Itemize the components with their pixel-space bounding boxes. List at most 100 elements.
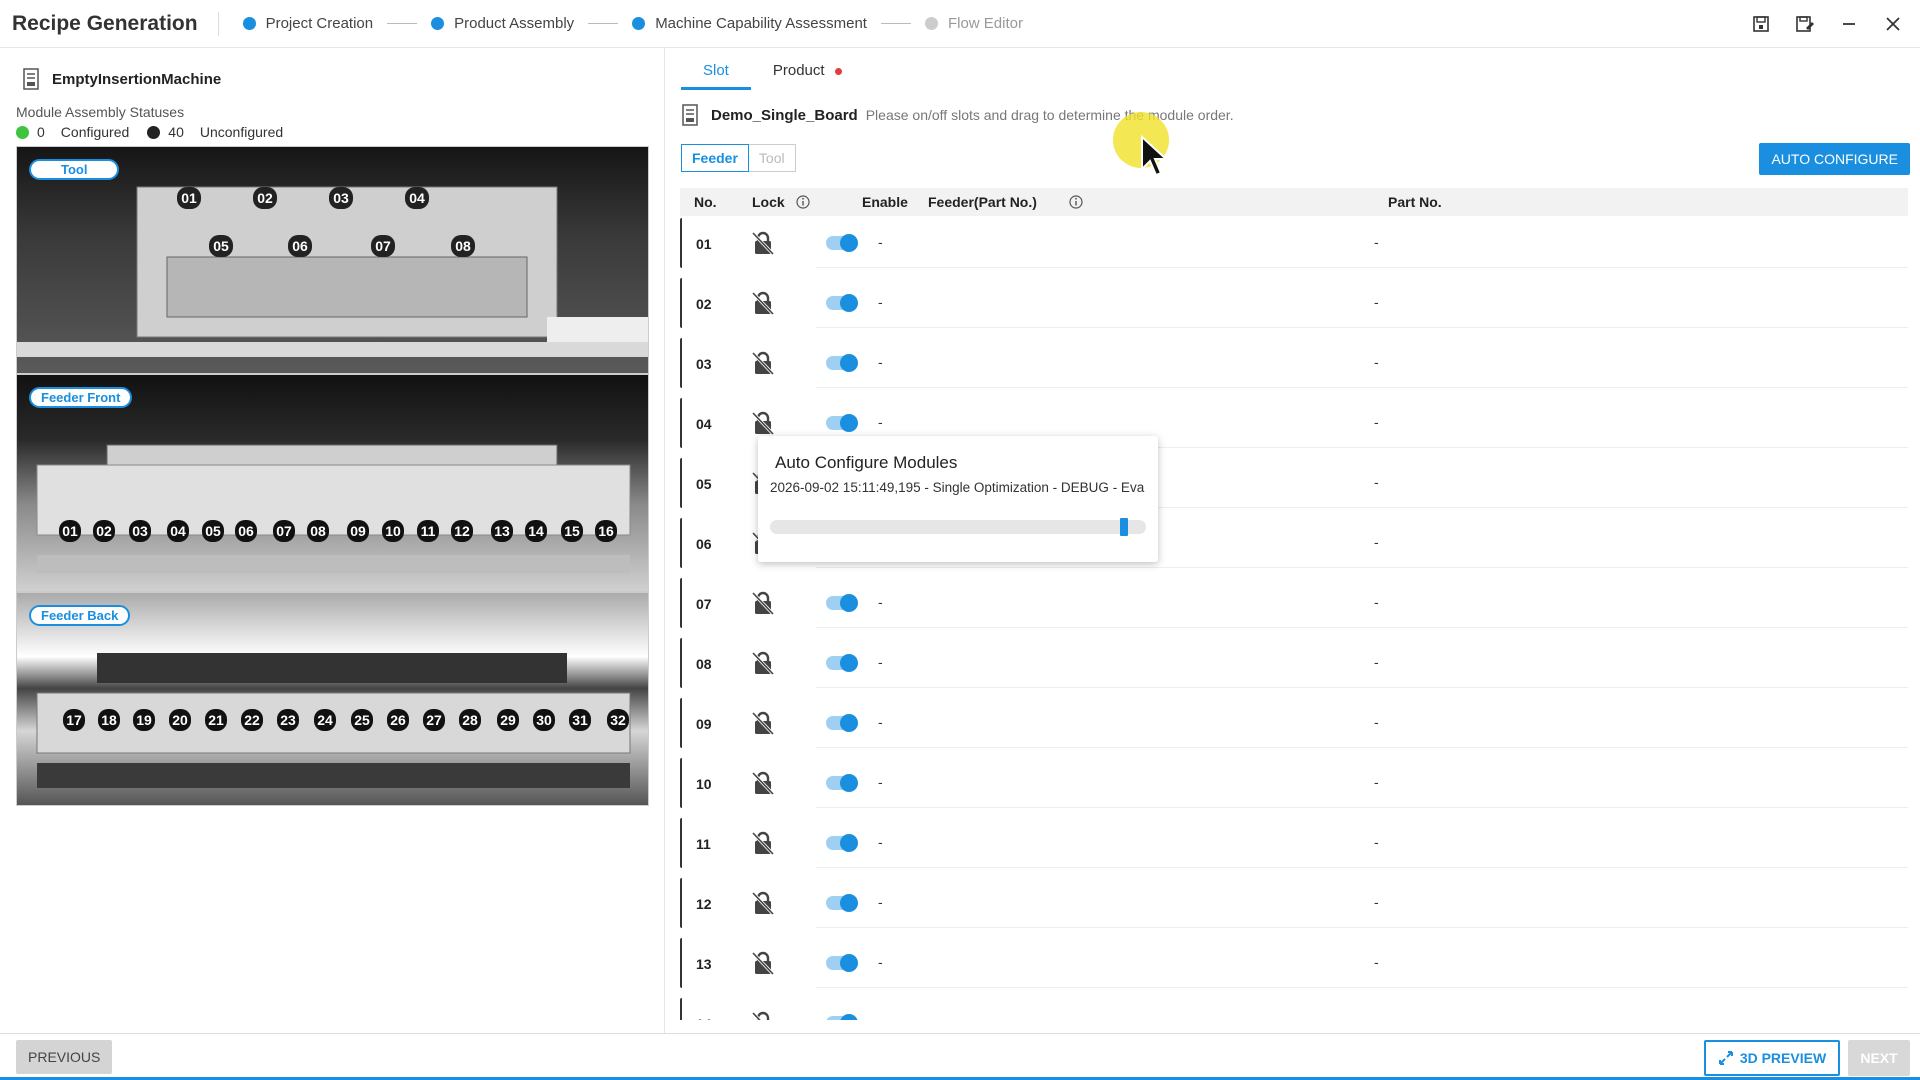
unlocked-icon[interactable] [750, 290, 776, 316]
tabs: Slot Product [681, 62, 864, 90]
feeder-slot-32[interactable]: 32 [607, 709, 629, 731]
minimize-icon[interactable] [1838, 13, 1860, 35]
table-row[interactable]: 07- - [680, 578, 1908, 628]
feeder-slot-18[interactable]: 18 [98, 709, 120, 731]
tool-slot-05[interactable]: 05 [209, 235, 233, 257]
unlocked-icon[interactable] [750, 950, 776, 976]
enable-toggle[interactable] [826, 654, 858, 672]
feeder-slot-21[interactable]: 21 [205, 709, 227, 731]
lock-info-icon[interactable] [796, 195, 810, 209]
feeder-slot-03[interactable]: 03 [129, 520, 151, 542]
table-row[interactable]: 11- - [680, 818, 1908, 868]
save-as-icon[interactable] [1794, 13, 1816, 35]
feeder-slot-15[interactable]: 15 [561, 520, 583, 542]
enable-toggle[interactable] [826, 774, 858, 792]
unlocked-icon[interactable] [750, 410, 776, 436]
step-project-creation[interactable]: Project Creation [242, 15, 373, 32]
tab-slot[interactable]: Slot [681, 62, 751, 90]
feeder-slot-16[interactable]: 16 [595, 520, 617, 542]
tool-slot-08[interactable]: 08 [451, 235, 475, 257]
feeder-front-view[interactable]: Feeder Front 01 02 03 04 05 06 07 08 09 … [16, 374, 649, 592]
feeder-info-icon[interactable] [1069, 195, 1083, 209]
feeder-slot-13[interactable]: 13 [491, 520, 513, 542]
step-product-assembly[interactable]: Product Assembly [431, 15, 574, 32]
feeder-slot-10[interactable]: 10 [382, 520, 404, 542]
enable-toggle[interactable] [826, 1014, 858, 1020]
enable-toggle[interactable] [826, 714, 858, 732]
feeder-slot-05[interactable]: 05 [202, 520, 224, 542]
close-icon[interactable] [1882, 13, 1904, 35]
tab-product[interactable]: Product [751, 62, 864, 90]
enable-toggle[interactable] [826, 294, 858, 312]
enable-toggle[interactable] [826, 234, 858, 252]
enable-toggle[interactable] [826, 954, 858, 972]
feeder-slot-07[interactable]: 07 [273, 520, 295, 542]
enable-toggle[interactable] [826, 354, 858, 372]
feeder-slot-11[interactable]: 11 [417, 520, 439, 542]
feeder-slot-31[interactable]: 31 [569, 709, 591, 731]
feeder-toggle-button[interactable]: Feeder [681, 144, 749, 172]
unlocked-icon[interactable] [750, 230, 776, 256]
table-row[interactable]: 09- - [680, 698, 1908, 748]
feeder-slot-25[interactable]: 25 [351, 709, 373, 731]
tool-view[interactable]: Tool 01 02 03 04 05 06 07 08 [16, 146, 649, 374]
unlocked-icon[interactable] [750, 1010, 776, 1020]
unlocked-icon[interactable] [750, 770, 776, 796]
feeder-slot-19[interactable]: 19 [133, 709, 155, 731]
feeder-slot-23[interactable]: 23 [277, 709, 299, 731]
feeder-slot-26[interactable]: 26 [387, 709, 409, 731]
col-feeder: Feeder(Part No.) [928, 194, 1037, 210]
feeder-slot-30[interactable]: 30 [533, 709, 555, 731]
feeder-slot-20[interactable]: 20 [169, 709, 191, 731]
feeder-slot-27[interactable]: 27 [423, 709, 445, 731]
table-row[interactable]: 01- - [680, 218, 1908, 268]
feeder-slot-29[interactable]: 29 [497, 709, 519, 731]
feeder-slot-17[interactable]: 17 [63, 709, 85, 731]
previous-button[interactable]: PREVIOUS [16, 1040, 113, 1074]
table-row[interactable]: 13- - [680, 938, 1908, 988]
step-flow-editor[interactable]: Flow Editor [924, 15, 1023, 32]
table-row[interactable]: 02- - [680, 278, 1908, 328]
enable-toggle[interactable] [826, 834, 858, 852]
tool-slot-07[interactable]: 07 [371, 235, 395, 257]
feeder-slot-02[interactable]: 02 [93, 520, 115, 542]
feeder-slot-04[interactable]: 04 [167, 520, 189, 542]
tool-slot-01[interactable]: 01 [177, 187, 201, 209]
feeder-slot-09[interactable]: 09 [347, 520, 369, 542]
feeder-slot-08[interactable]: 08 [307, 520, 329, 542]
enable-toggle[interactable] [826, 594, 858, 612]
step-machine-capability-assessment[interactable]: Machine Capability Assessment [632, 15, 867, 32]
table-row[interactable]: 08- - [680, 638, 1908, 688]
unlocked-icon[interactable] [750, 830, 776, 856]
table-row[interactable]: 10- - [680, 758, 1908, 808]
feeder-slot-01[interactable]: 01 [59, 520, 81, 542]
table-row[interactable]: 03- - [680, 338, 1908, 388]
unlocked-icon[interactable] [750, 590, 776, 616]
enable-toggle[interactable] [826, 414, 858, 432]
tool-slot-02[interactable]: 02 [253, 187, 277, 209]
tool-slot-04[interactable]: 04 [405, 187, 429, 209]
feeder-slot-28[interactable]: 28 [459, 709, 481, 731]
3d-preview-button[interactable]: 3D PREVIEW [1704, 1040, 1840, 1076]
table-row[interactable]: 14 [680, 998, 1908, 1020]
feeder-front-view-label: Feeder Front [29, 387, 133, 408]
feeder-back-view[interactable]: Feeder Back 17 18 19 20 21 22 23 24 25 2… [16, 592, 649, 806]
next-button[interactable]: NEXT [1848, 1040, 1910, 1076]
unlocked-icon[interactable] [750, 350, 776, 376]
enable-toggle[interactable] [826, 894, 858, 912]
auto-configure-button[interactable]: AUTO CONFIGURE [1759, 143, 1910, 175]
unlocked-icon[interactable] [750, 890, 776, 916]
unlocked-icon[interactable] [750, 650, 776, 676]
slot-cell: -- [816, 218, 1908, 268]
feeder-slot-12[interactable]: 12 [451, 520, 473, 542]
tool-slot-06[interactable]: 06 [288, 235, 312, 257]
tool-toggle-button[interactable]: Tool [748, 144, 796, 172]
feeder-slot-24[interactable]: 24 [314, 709, 336, 731]
table-row[interactable]: 12- - [680, 878, 1908, 928]
feeder-slot-22[interactable]: 22 [241, 709, 263, 731]
unlocked-icon[interactable] [750, 710, 776, 736]
feeder-slot-14[interactable]: 14 [525, 520, 547, 542]
feeder-slot-06[interactable]: 06 [235, 520, 257, 542]
save-icon[interactable] [1750, 13, 1772, 35]
tool-slot-03[interactable]: 03 [329, 187, 353, 209]
